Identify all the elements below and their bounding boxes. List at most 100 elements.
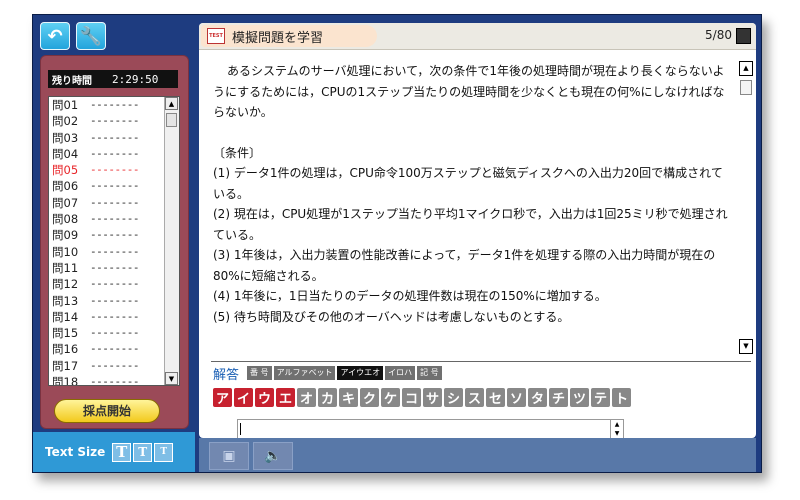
answer-row: 解答 番 号 アルファベット アイウエオ イロハ 記 号	[213, 365, 444, 383]
question-list-item[interactable]: 問16 --------	[49, 341, 179, 357]
answer-label: 解答	[213, 367, 240, 383]
page-menu-icon[interactable]	[736, 28, 751, 44]
answer-key[interactable]: ウ	[255, 388, 274, 407]
start-grading-button[interactable]: 採点開始	[54, 399, 160, 423]
answer-key[interactable]: タ	[528, 388, 547, 407]
answer-key[interactable]: コ	[402, 388, 421, 407]
tools-button[interactable]: 🔧	[76, 22, 106, 50]
question-list-item[interactable]: 問12 --------	[49, 276, 179, 292]
question-list-item[interactable]: 問08 --------	[49, 211, 179, 227]
answer-letter-keys: アイウエオカキクケコサシスセソタチツテト	[213, 388, 633, 407]
answer-key[interactable]: シ	[444, 388, 463, 407]
text-scroll-up-button[interactable]: ▲	[739, 61, 753, 76]
question-list-item[interactable]: 問17 --------	[49, 358, 179, 374]
question-answer-status: --------	[90, 212, 139, 226]
answer-key[interactable]: ツ	[570, 388, 589, 407]
text-size-small-button[interactable]: T	[154, 442, 174, 462]
question-number: 問01	[52, 98, 79, 112]
question-answer-status: --------	[90, 358, 139, 372]
question-answer-status: --------	[90, 163, 139, 177]
scroll-thumb[interactable]	[166, 113, 177, 127]
question-number: 問10	[52, 244, 79, 259]
question-answer-status: --------	[90, 293, 139, 307]
question-answer-status: --------	[90, 309, 139, 323]
question-list-item[interactable]: 問07 --------	[49, 195, 179, 211]
tab-iroha[interactable]: イロハ	[385, 366, 416, 380]
back-button[interactable]: ↶	[40, 22, 70, 50]
text-caret	[240, 423, 241, 435]
question-list-item[interactable]: 問02 --------	[49, 113, 179, 129]
question-answer-status: --------	[90, 228, 139, 242]
answer-key[interactable]: イ	[234, 388, 253, 407]
question-answer-status: --------	[90, 277, 139, 291]
question-list-scrollbar[interactable]: ▲ ▼	[164, 97, 179, 385]
page-counter: 5/80	[705, 28, 732, 42]
left-panel: 残り時間 2:29:50 問01 -------- 問02 -------- 問03 --…	[40, 55, 189, 429]
question-text: あるシステムのサーバ処理において，次の条件で1年後の処理時間が現在より長くならな…	[213, 61, 731, 327]
answer-key[interactable]: ア	[213, 388, 232, 407]
app-window: ↶ 🔧 残り時間 2:29:50 問01 -------- 問02 -------- 問…	[32, 14, 762, 473]
answer-key[interactable]: セ	[486, 388, 505, 407]
question-number: 問16	[52, 342, 79, 357]
text-scroll-down-button[interactable]: ▼	[739, 339, 753, 354]
bottom-bar: ▣ 🔈	[199, 438, 756, 472]
question-list-item[interactable]: 問03 --------	[49, 130, 179, 146]
answer-key[interactable]: ク	[360, 388, 379, 407]
page-title: 模擬問題を学習	[232, 30, 324, 46]
image-button[interactable]: ▣	[209, 442, 249, 470]
answer-spinner[interactable]: ▲ ▼	[610, 420, 623, 438]
text-size-medium-button[interactable]: T	[133, 442, 153, 462]
question-list-item[interactable]: 問11 --------	[49, 260, 179, 276]
text-scroll-thumb[interactable]	[740, 80, 752, 95]
tab-symbol[interactable]: 記 号	[417, 366, 442, 380]
audio-button[interactable]: 🔈	[253, 442, 293, 470]
tab-number[interactable]: 番 号	[247, 366, 272, 380]
question-answer-status: --------	[90, 244, 139, 258]
scroll-up-button[interactable]: ▲	[165, 97, 178, 110]
question-list-item[interactable]: 問10 --------	[49, 244, 179, 260]
title-bar: TEST 模擬問題を学習 5/80	[199, 23, 756, 50]
question-list-item[interactable]: 問06 --------	[49, 178, 179, 194]
question-number: 問18	[52, 375, 79, 386]
question-number: 問15	[52, 326, 79, 341]
question-list-item[interactable]: 問09 --------	[49, 227, 179, 243]
question-answer-status: --------	[90, 195, 139, 209]
question-number: 問17	[52, 358, 79, 373]
answer-key[interactable]: カ	[318, 388, 337, 407]
question-list[interactable]: 問01 -------- 問02 -------- 問03 -------- 問04 ----…	[48, 96, 180, 386]
image-icon: ▣	[222, 448, 236, 464]
answer-key[interactable]: サ	[423, 388, 442, 407]
divider	[211, 361, 751, 362]
question-list-item[interactable]: 問05 --------	[49, 162, 179, 178]
title-tab: TEST 模擬問題を学習	[201, 25, 377, 47]
answer-key[interactable]: エ	[276, 388, 295, 407]
test-icon: TEST	[207, 28, 225, 44]
question-list-item[interactable]: 問14 --------	[49, 309, 179, 325]
question-answer-status: --------	[90, 375, 139, 386]
answer-key[interactable]: オ	[297, 388, 316, 407]
text-size-label: Text Size	[45, 445, 106, 459]
question-answer-status: --------	[90, 98, 139, 111]
tab-aiueo[interactable]: アイウエオ	[337, 366, 384, 380]
answer-key[interactable]: ケ	[381, 388, 400, 407]
answer-key[interactable]: ス	[465, 388, 484, 407]
question-list-item[interactable]: 問04 --------	[49, 146, 179, 162]
question-answer-status: --------	[90, 260, 139, 274]
question-list-item[interactable]: 問15 --------	[49, 325, 179, 341]
tab-alphabet[interactable]: アルファベット	[273, 366, 336, 380]
question-list-item[interactable]: 問01 --------	[49, 97, 179, 113]
timer-label: 残り時間	[52, 75, 92, 87]
question-number: 問09	[52, 228, 79, 243]
answer-key[interactable]: テ	[591, 388, 610, 407]
answer-key[interactable]: キ	[339, 388, 358, 407]
question-number: 問12	[52, 277, 79, 292]
question-list-item[interactable]: 問18 --------	[49, 374, 179, 386]
scroll-down-button[interactable]: ▼	[165, 372, 178, 385]
answer-input[interactable]: ▲ ▼	[237, 419, 624, 439]
answer-key[interactable]: ソ	[507, 388, 526, 407]
condition-5: (5) 待ち時間及びその他のオーバヘッドは考慮しないものとする。	[213, 309, 570, 324]
text-size-large-button[interactable]: T	[112, 442, 132, 462]
answer-key[interactable]: ト	[612, 388, 631, 407]
question-list-item[interactable]: 問13 --------	[49, 293, 179, 309]
answer-key[interactable]: チ	[549, 388, 568, 407]
